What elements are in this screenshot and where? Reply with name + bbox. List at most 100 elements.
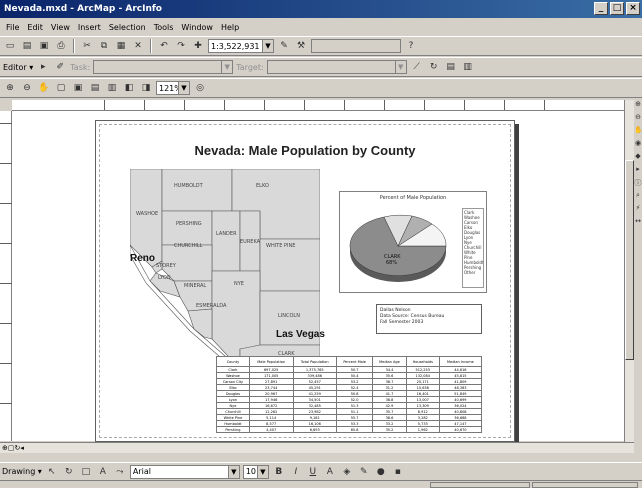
county-label-white-pine: WHITE PINE — [266, 243, 296, 249]
menu-help[interactable]: Help — [217, 23, 243, 32]
map-scale-value: 1:3,522,931 — [211, 41, 260, 51]
paste-icon[interactable]: ▦ — [114, 39, 128, 53]
zoom-out-icon[interactable]: ⊖ — [634, 113, 642, 123]
zoom-combo[interactable]: 121% ▼ — [156, 81, 190, 95]
fixed-zoom-in-icon[interactable]: ▤ — [88, 81, 102, 95]
zoom-whole-page-icon[interactable]: ▢ — [54, 81, 68, 95]
italic-button[interactable]: I — [289, 465, 303, 479]
underline-button[interactable]: U — [306, 465, 320, 479]
status-bar — [0, 480, 642, 488]
arctoolbox-icon[interactable]: ⚒ — [294, 39, 308, 53]
ruler-tick — [0, 283, 12, 284]
identify-icon[interactable]: ⓘ — [634, 178, 642, 188]
toolbar-separator — [73, 39, 75, 53]
zoom-in-icon[interactable]: ⊕ — [634, 100, 642, 110]
pie-chart-frame[interactable]: Percent of Male Population CLARK 68% Cla… — [339, 191, 487, 293]
vertical-scrollbar[interactable] — [624, 100, 634, 442]
hyperlink-icon[interactable]: ⚡ — [634, 204, 642, 214]
editor-toolbar-icon[interactable]: ✎ — [277, 39, 291, 53]
county-humboldt — [161, 169, 233, 212]
bold-button[interactable]: B — [272, 465, 286, 479]
scroll-left-icon[interactable]: ◂ — [20, 444, 24, 452]
forward-extent-icon[interactable]: ◨ — [139, 81, 153, 95]
undo-icon[interactable]: ↶ — [157, 39, 171, 53]
zoom-100-icon[interactable]: ▣ — [71, 81, 85, 95]
select-features-icon[interactable]: ◆ — [634, 152, 642, 162]
font-color-icon[interactable]: A — [323, 465, 337, 479]
menu-file[interactable]: File — [2, 23, 23, 32]
county-lander — [211, 210, 241, 272]
measure-icon[interactable]: ↔ — [634, 217, 642, 227]
page-title[interactable]: Nevada: Male Population by County — [96, 143, 514, 158]
copy-icon[interactable]: ⧉ — [97, 39, 111, 53]
chevron-down-icon[interactable]: ▼ — [178, 82, 189, 94]
pan-icon[interactable]: ✋ — [37, 81, 51, 95]
font-size-combo[interactable]: 10 ▼ — [242, 464, 269, 479]
ruler-tick — [0, 243, 12, 244]
font-size-value: 10 — [245, 467, 257, 476]
table-cell: 35.2 — [372, 426, 407, 433]
map-scale-combo[interactable]: 1:3,522,931 ▼ — [208, 39, 274, 53]
menu-tools[interactable]: Tools — [150, 23, 178, 32]
ruler-tick — [0, 203, 12, 204]
menu-selection[interactable]: Selection — [105, 23, 150, 32]
menu-insert[interactable]: Insert — [74, 23, 105, 32]
line-color-icon[interactable]: ✎ — [357, 465, 371, 479]
cut-icon[interactable]: ✂ — [80, 39, 94, 53]
chevron-down-icon[interactable]: ▼ — [262, 40, 273, 52]
ruler-tick — [224, 100, 226, 110]
maximize-icon[interactable]: □ — [610, 2, 624, 15]
toggle-draft-mode-icon[interactable]: ◎ — [193, 81, 207, 95]
curved-text-icon[interactable]: ⤳ — [113, 465, 127, 479]
ruler-tick — [0, 123, 12, 124]
close-icon[interactable]: × — [626, 2, 640, 15]
zoom-out-icon[interactable]: ⊖ — [20, 81, 34, 95]
minimize-icon[interactable]: _ — [594, 2, 608, 15]
delete-icon[interactable]: ✕ — [131, 39, 145, 53]
legend-item: Other — [464, 270, 476, 275]
shadow-icon[interactable]: ▪ — [391, 465, 405, 479]
layout-page[interactable]: Nevada: Male Population by County HUMBOL… — [95, 120, 515, 442]
credits-text-box[interactable]: Dallas Nelson Data Source: Census Bureau… — [376, 304, 482, 334]
county-label-esmeralda: ESMERALDA — [196, 303, 227, 309]
menu-edit[interactable]: Edit — [23, 23, 47, 32]
redo-icon[interactable]: ↷ — [174, 39, 188, 53]
chevron-down-icon[interactable]: ▼ — [227, 465, 239, 478]
rectangle-icon[interactable]: □ — [79, 465, 93, 479]
pie-chart — [349, 214, 447, 282]
menu-window[interactable]: Window — [177, 23, 217, 32]
layout-view-icon[interactable]: ▢ — [8, 444, 15, 452]
drawing-menu[interactable]: Drawing ▾ — [2, 467, 42, 476]
menu-view[interactable]: View — [47, 23, 74, 32]
new-document-icon[interactable]: ▭ — [3, 39, 17, 53]
chevron-down-icon[interactable]: ▼ — [256, 465, 268, 478]
horizontal-ruler — [12, 100, 624, 111]
select-elements-icon[interactable]: ▸ — [634, 165, 642, 175]
county-pershing — [161, 210, 213, 246]
select-elements-icon[interactable]: ↖ — [45, 465, 59, 479]
fixed-zoom-out-icon[interactable]: ▥ — [105, 81, 119, 95]
new-text-icon[interactable]: A — [96, 465, 110, 479]
scrollbar-thumb[interactable] — [625, 160, 634, 360]
editor-menu[interactable]: Editor ▾ — [3, 63, 33, 72]
marker-color-icon[interactable]: ● — [374, 465, 388, 479]
county-label-washoe: WASHOE — [136, 211, 159, 217]
find-icon[interactable]: ⌕ — [634, 191, 642, 201]
population-table[interactable]: County Male Population Total Population … — [216, 356, 483, 433]
pan-icon[interactable]: ✋ — [634, 126, 642, 136]
rotate-icon[interactable]: ↻ — [62, 465, 76, 479]
ruler-tick — [0, 323, 12, 324]
fill-color-icon[interactable]: ◈ — [340, 465, 354, 479]
open-folder-icon[interactable]: ▤ — [20, 39, 34, 53]
whats-this-icon[interactable]: ? — [404, 39, 418, 53]
sketch-tool-icon[interactable]: ✐ — [53, 60, 67, 74]
horizontal-scrollbar[interactable]: ⊕ ▢ ↻ ◂ — [0, 442, 634, 453]
zoom-in-icon[interactable]: ⊕ — [3, 81, 17, 95]
back-extent-icon[interactable]: ◧ — [122, 81, 136, 95]
edit-tool-icon[interactable]: ▸ — [36, 60, 50, 74]
add-data-icon[interactable]: ✚ — [191, 39, 205, 53]
full-extent-icon[interactable]: ◉ — [634, 139, 642, 149]
print-icon[interactable]: ⎙ — [54, 39, 68, 53]
save-icon[interactable]: ▣ — [37, 39, 51, 53]
font-name-combo[interactable]: Arial ▼ — [129, 464, 240, 479]
